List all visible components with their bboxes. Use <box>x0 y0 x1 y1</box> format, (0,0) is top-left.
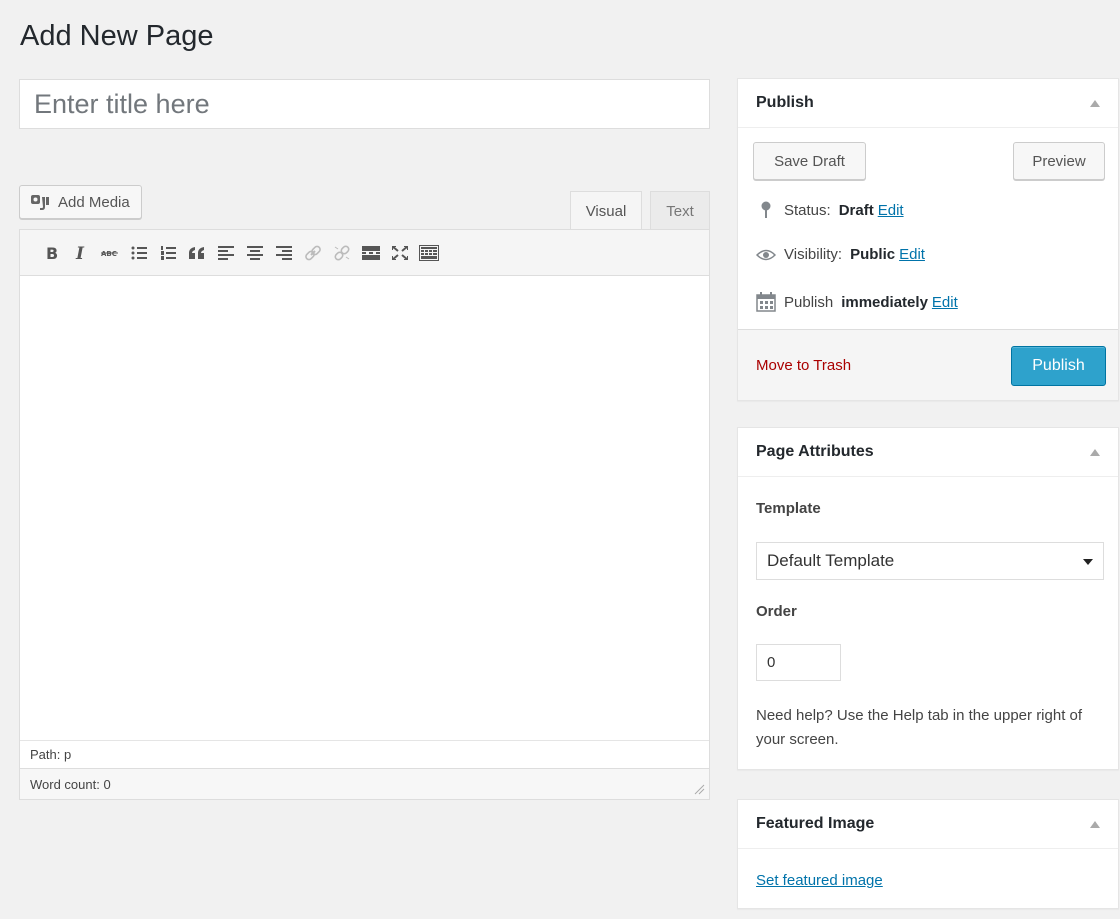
numbered-list-icon[interactable] <box>153 238 182 268</box>
title-field-wrapper <box>19 79 710 129</box>
tab-visual[interactable]: Visual <box>570 191 642 230</box>
major-publishing-actions: Move to Trash Publish <box>738 329 1118 400</box>
featured-image-header[interactable]: Featured Image <box>738 800 1118 849</box>
save-draft-button[interactable]: Save Draft <box>753 142 866 180</box>
eye-icon <box>756 249 776 261</box>
page-attributes-title: Page Attributes <box>756 443 874 460</box>
template-select[interactable]: Default Template <box>756 542 1104 580</box>
status-row: Status: Draft Edit <box>756 201 904 219</box>
tab-text[interactable]: Text <box>650 191 710 230</box>
visibility-label: Visibility: <box>784 246 843 263</box>
visibility-row: Visibility: Public Edit <box>756 246 925 263</box>
publish-date-row: Publish immediately Edit <box>756 292 958 312</box>
svg-text:ABC: ABC <box>101 250 117 258</box>
collapse-arrow-icon[interactable] <box>1090 448 1100 456</box>
title-input[interactable] <box>20 80 709 128</box>
visibility-value: Public <box>850 246 896 263</box>
bold-icon[interactable]: B <box>37 238 66 268</box>
word-count-bar: Word count: 0 <box>20 768 709 799</box>
dropdown-arrow-icon <box>1083 551 1093 571</box>
publish-box-title: Publish <box>756 94 814 111</box>
template-label: Template <box>756 500 821 517</box>
media-icon <box>30 193 52 211</box>
editor-content-area[interactable] <box>20 276 709 740</box>
publish-button[interactable]: Publish <box>1011 346 1106 386</box>
set-featured-image-link[interactable]: Set featured image <box>756 872 883 889</box>
status-value: Draft <box>838 201 874 219</box>
page-attributes-box: Page Attributes Template Default Templat… <box>737 427 1119 770</box>
svg-text:B: B <box>46 245 58 261</box>
publish-label: Publish <box>784 293 834 311</box>
path-bar: Path: p <box>20 740 709 768</box>
add-media-label: Add Media <box>58 193 130 211</box>
featured-image-box: Featured Image Set featured image <box>737 799 1119 909</box>
toolbar-toggle-icon[interactable] <box>414 238 443 268</box>
add-media-button[interactable]: Add Media <box>19 185 142 219</box>
svg-text:I: I <box>75 245 85 261</box>
align-center-icon[interactable] <box>240 238 269 268</box>
order-input[interactable] <box>756 644 841 681</box>
italic-icon[interactable]: I <box>66 238 95 268</box>
publish-box: Publish Save Draft Preview Status: Draft E… <box>737 78 1119 401</box>
status-label: Status: <box>784 201 831 219</box>
edit-visibility-link[interactable]: Edit <box>899 246 925 263</box>
preview-button[interactable]: Preview <box>1013 142 1105 180</box>
remove-link-icon[interactable] <box>327 238 356 268</box>
template-selected-value: Default Template <box>767 551 895 570</box>
read-more-icon[interactable] <box>356 238 385 268</box>
edit-status-link[interactable]: Edit <box>878 202 904 219</box>
insert-link-icon[interactable] <box>298 238 327 268</box>
help-text: Need help? Use the Help tab in the upper… <box>756 707 1083 748</box>
align-right-icon[interactable] <box>269 238 298 268</box>
pin-icon <box>756 201 776 219</box>
blockquote-icon[interactable] <box>182 238 211 268</box>
content-editor: B I ABC Path: p Word count: 0 <box>19 229 710 800</box>
collapse-arrow-icon[interactable] <box>1090 99 1100 107</box>
publish-timing: immediately <box>841 293 928 311</box>
fullscreen-icon[interactable] <box>385 238 414 268</box>
editor-toolbar: B I ABC <box>20 230 709 276</box>
featured-image-title: Featured Image <box>756 815 875 832</box>
align-left-icon[interactable] <box>211 238 240 268</box>
order-label: Order <box>756 603 797 620</box>
strikethrough-icon[interactable]: ABC <box>95 238 124 268</box>
publish-box-header[interactable]: Publish <box>738 79 1118 128</box>
bulleted-list-icon[interactable] <box>124 238 153 268</box>
edit-publish-date-link[interactable]: Edit <box>932 294 958 311</box>
word-count: Word count: 0 <box>30 777 111 792</box>
resize-handle-icon[interactable] <box>693 783 705 795</box>
page-attributes-header[interactable]: Page Attributes <box>738 428 1118 477</box>
move-to-trash-link[interactable]: Move to Trash <box>756 357 851 374</box>
calendar-icon <box>756 292 776 312</box>
page-title: Add New Page <box>20 20 214 52</box>
collapse-arrow-icon[interactable] <box>1090 820 1100 828</box>
